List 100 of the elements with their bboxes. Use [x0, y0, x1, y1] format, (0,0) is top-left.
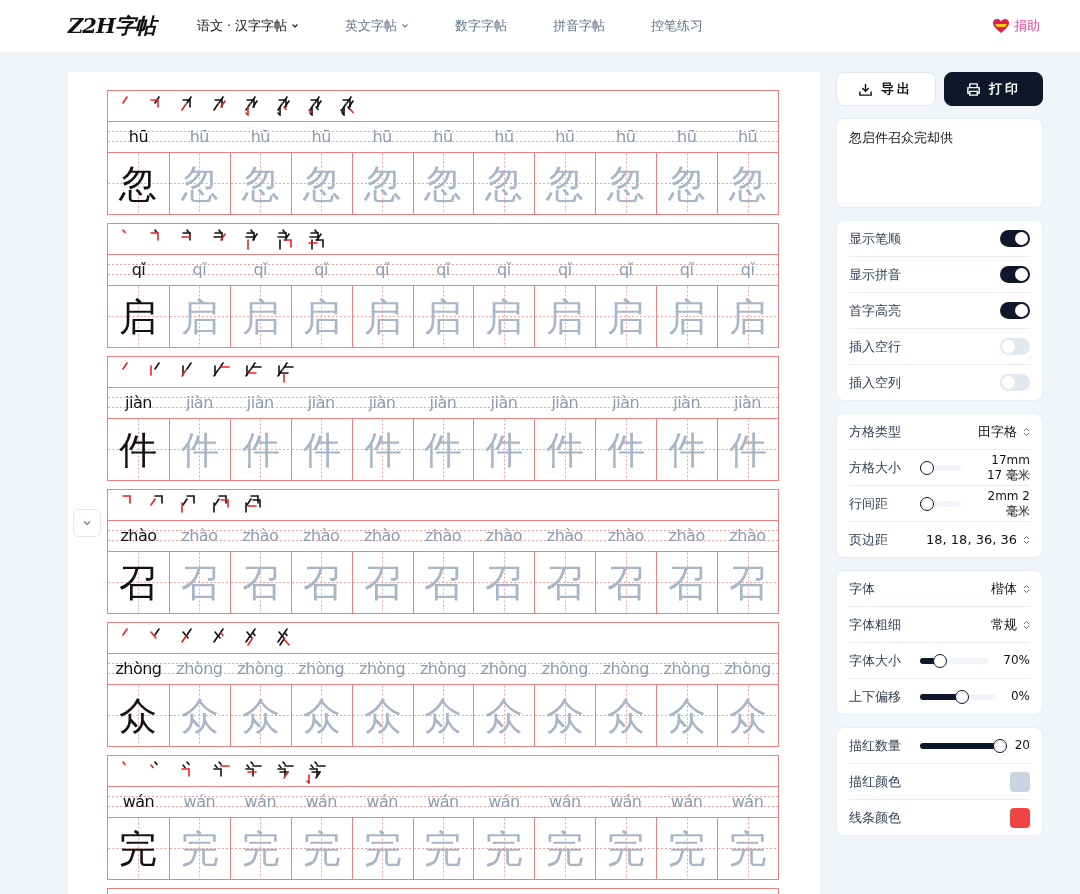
pinyin-trace-text: hū — [554, 126, 576, 148]
setting-label: 上下偏移 — [849, 687, 902, 706]
pinyin-trace-text: jiàn — [306, 392, 336, 414]
character-trace-text: 召 — [424, 563, 463, 602]
sort-arrows-icon — [1023, 619, 1030, 630]
character-trace-text: 众 — [729, 696, 768, 735]
character-trace-text: 众 — [180, 696, 219, 735]
nav-tab[interactable]: 拼音字帖 — [553, 17, 606, 35]
pinyin-trace-text: wán — [304, 791, 338, 813]
pinyin-text: jiàn — [123, 392, 153, 414]
sort-arrows-icon — [1023, 426, 1030, 437]
setting-label: 描红颜色 — [849, 772, 902, 791]
character-text: 召 — [119, 563, 158, 602]
character-trace-text: 完 — [241, 829, 280, 868]
export-button[interactable]: 导出 — [836, 72, 936, 106]
pinyin-trace-text: hū — [615, 126, 637, 148]
setting-label: 插入空行 — [849, 337, 902, 356]
pinyin-trace-text: zhòng — [358, 658, 407, 680]
sort-arrows-icon — [1023, 534, 1030, 545]
chevron-down-icon — [291, 22, 300, 30]
chevron-down-icon — [401, 22, 410, 30]
pinyin-trace-text: zhòng — [297, 658, 346, 680]
character-trace-text: 召 — [363, 563, 402, 602]
setting-label: 页边距 — [849, 530, 889, 549]
character-trace-text: 启 — [729, 297, 768, 336]
character-trace-text: 召 — [302, 563, 341, 602]
pinyin-trace-text: zhòng — [236, 658, 285, 680]
character-text: 众 — [119, 696, 158, 735]
pinyin-trace-text: wán — [730, 791, 765, 813]
donate-link[interactable]: 捐助 — [992, 17, 1040, 35]
setting-label: 线条颜色 — [849, 808, 902, 827]
pinyin-trace-text: hū — [736, 126, 759, 148]
character-trace-text: 完 — [485, 829, 524, 868]
pinyin-trace-text: hū — [371, 126, 393, 148]
select-dropdown[interactable]: 常规 — [991, 615, 1030, 634]
character-trace-text: 众 — [424, 696, 463, 735]
nav-tab[interactable]: 语文 · 汉字字帖 — [196, 17, 300, 35]
character-trace-text: 忽 — [363, 164, 402, 203]
character-trace-text: 完 — [363, 829, 402, 868]
character-trace-text: 忽 — [485, 164, 524, 203]
character-trace-text: 召 — [729, 563, 768, 602]
pinyin-trace-text: zhòng — [418, 658, 468, 680]
character-trace-text: 众 — [363, 696, 402, 735]
pinyin-trace-text: zhào — [667, 525, 706, 547]
select-dropdown[interactable]: 18, 18, 36, 36 — [926, 532, 1030, 547]
nav-tab[interactable]: 数字字帖 — [455, 17, 508, 35]
character-trace-text: 众 — [668, 696, 707, 735]
character-trace-text: 众 — [607, 696, 646, 735]
pinyin-trace-text: zhòng — [540, 658, 589, 680]
printer-icon — [965, 81, 981, 97]
pinyin-text: zhòng — [114, 658, 163, 680]
pinyin-trace-text: jiàn — [428, 392, 458, 414]
character-trace-text: 件 — [485, 430, 524, 469]
character-trace-text: 启 — [302, 297, 341, 336]
nav-tab[interactable]: 控笔练习 — [651, 17, 704, 35]
color-swatch[interactable] — [1010, 807, 1030, 828]
character-trace-text: 件 — [302, 430, 341, 469]
character-trace-text: 忽 — [302, 164, 341, 203]
character-trace-text: 召 — [180, 563, 219, 602]
pinyin-trace-text: zhào — [606, 525, 645, 547]
select-dropdown[interactable]: 田字格 — [978, 422, 1030, 441]
select-dropdown[interactable]: 楷体 — [991, 579, 1030, 598]
setting-label: 字体粗细 — [849, 615, 902, 634]
pinyin-trace-text: wán — [182, 791, 217, 813]
pinyin-trace-text: zhòng — [601, 658, 650, 680]
toggle-switch[interactable] — [1000, 302, 1030, 319]
pinyin-trace-text: zhào — [363, 525, 402, 547]
pinyin-trace-text: zhòng — [479, 658, 528, 680]
pinyin-text: qǐ — [130, 259, 147, 281]
character-trace-text: 启 — [485, 297, 524, 336]
pinyin-trace-text: qǐ — [252, 259, 269, 281]
toggle-switch[interactable] — [1000, 374, 1030, 391]
pinyin-trace-text: qǐ — [557, 259, 574, 281]
pinyin-trace-text: zhào — [241, 525, 280, 547]
pinyin-trace-text: hū — [432, 126, 454, 148]
character-trace-text: 启 — [546, 297, 585, 336]
character-trace-text: 召 — [546, 563, 585, 602]
character-trace-text: 召 — [241, 563, 280, 602]
nav-tab[interactable]: 英文字帖 — [345, 17, 410, 35]
pinyin-trace-text: jiàn — [489, 392, 519, 414]
pinyin-trace-text: wán — [487, 791, 521, 813]
toggle-switch[interactable] — [1000, 266, 1030, 283]
toggle-switch[interactable] — [1000, 338, 1030, 355]
pinyin-trace-text: zhào — [484, 525, 523, 547]
character-trace-text: 完 — [546, 829, 585, 868]
character-trace-text: 完 — [668, 829, 707, 868]
character-trace-text: 完 — [729, 829, 768, 868]
setting-label: 方格大小 — [849, 458, 902, 477]
setting-label: 描红数量 — [849, 736, 902, 755]
pinyin-trace-text: wán — [365, 791, 399, 813]
pinyin-trace-text: zhào — [423, 525, 463, 547]
color-swatch[interactable] — [1010, 771, 1030, 792]
text-input[interactable]: 忽启件召众完却供 — [836, 118, 1043, 208]
character-trace-text: 件 — [241, 430, 280, 469]
print-button[interactable]: 打印 — [943, 72, 1043, 106]
pinyin-trace-text: zhòng — [723, 658, 772, 680]
slider-value: 70% — [1003, 653, 1030, 668]
character-trace-text: 启 — [668, 297, 707, 336]
toggle-switch[interactable] — [1000, 230, 1030, 247]
character-trace-text: 完 — [424, 829, 463, 868]
